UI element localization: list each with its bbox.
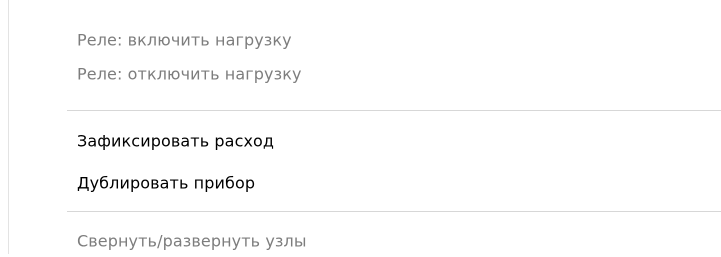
menu-item-label: Реле: отключить нагрузку	[77, 64, 302, 83]
context-menu: Реле: включить нагрузку Реле: отключить …	[0, 0, 721, 254]
menu-item-label: Зафиксировать расход	[77, 131, 275, 150]
menu-item-label: Дублировать прибор	[77, 173, 256, 192]
menu-item-relay-disable-load[interactable]: Реле: отключить нагрузку	[10, 57, 721, 90]
menu-separator	[67, 110, 721, 111]
menu-item-label: Реле: включить нагрузку	[77, 30, 292, 49]
menu-left-border	[8, 0, 9, 254]
menu-item-relay-enable-load[interactable]: Реле: включить нагрузку	[10, 23, 721, 56]
menu-separator	[67, 211, 721, 212]
menu-item-fix-consumption[interactable]: Зафиксировать расход	[10, 124, 721, 157]
menu-item-collapse-expand-nodes[interactable]: Свернуть/развернуть узлы	[10, 224, 721, 257]
menu-item-label: Свернуть/развернуть узлы	[77, 231, 307, 250]
menu-item-duplicate-device[interactable]: Дублировать прибор	[10, 166, 721, 199]
